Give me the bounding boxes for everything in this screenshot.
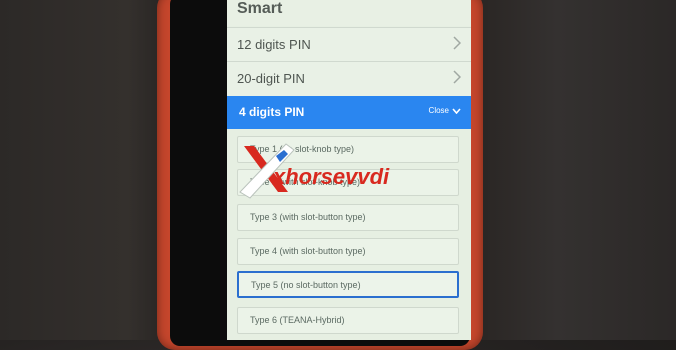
menu-item-12-digits-pin[interactable]: 12 digits PIN <box>227 27 471 62</box>
type-option-5-selected[interactable]: Type 5 (no slot-button type) <box>237 271 459 298</box>
close-label: Close <box>428 106 449 115</box>
chevron-down-icon <box>449 106 461 115</box>
desk-surface-left <box>0 0 160 340</box>
title-strip: Smart <box>227 0 471 26</box>
menu-item-label: 20-digit PIN <box>237 71 305 86</box>
section-title: Smart <box>237 0 283 17</box>
menu-item-20-digit-pin[interactable]: 20-digit PIN <box>227 61 471 96</box>
menu-item-4-digits-pin-expanded[interactable]: 4 digits PIN Close <box>227 96 471 129</box>
menu-item-label: 12 digits PIN <box>237 37 311 52</box>
close-button[interactable]: Close <box>429 106 461 115</box>
type-option-label: Type 5 (no slot-button type) <box>251 280 361 290</box>
type-option-label: Type 3 (with slot-button type) <box>250 212 366 222</box>
watermark-text: xhorsevvdi <box>273 164 390 189</box>
chevron-right-icon <box>453 36 462 53</box>
expanded-item-label: 4 digits PIN <box>239 105 305 119</box>
watermark-logo: xhorsevvdi <box>236 140 456 202</box>
type-option-6[interactable]: Type 6 (TEANA-Hybrid) <box>237 307 459 334</box>
type-option-3[interactable]: Type 3 (with slot-button type) <box>237 204 459 231</box>
type-option-label: Type 6 (TEANA-Hybrid) <box>250 315 345 325</box>
type-option-label: Type 4 (with slot-button type) <box>250 246 366 256</box>
type-option-4[interactable]: Type 4 (with slot-button type) <box>237 238 459 265</box>
chevron-right-icon <box>453 70 462 87</box>
desk-surface-right <box>478 0 676 340</box>
